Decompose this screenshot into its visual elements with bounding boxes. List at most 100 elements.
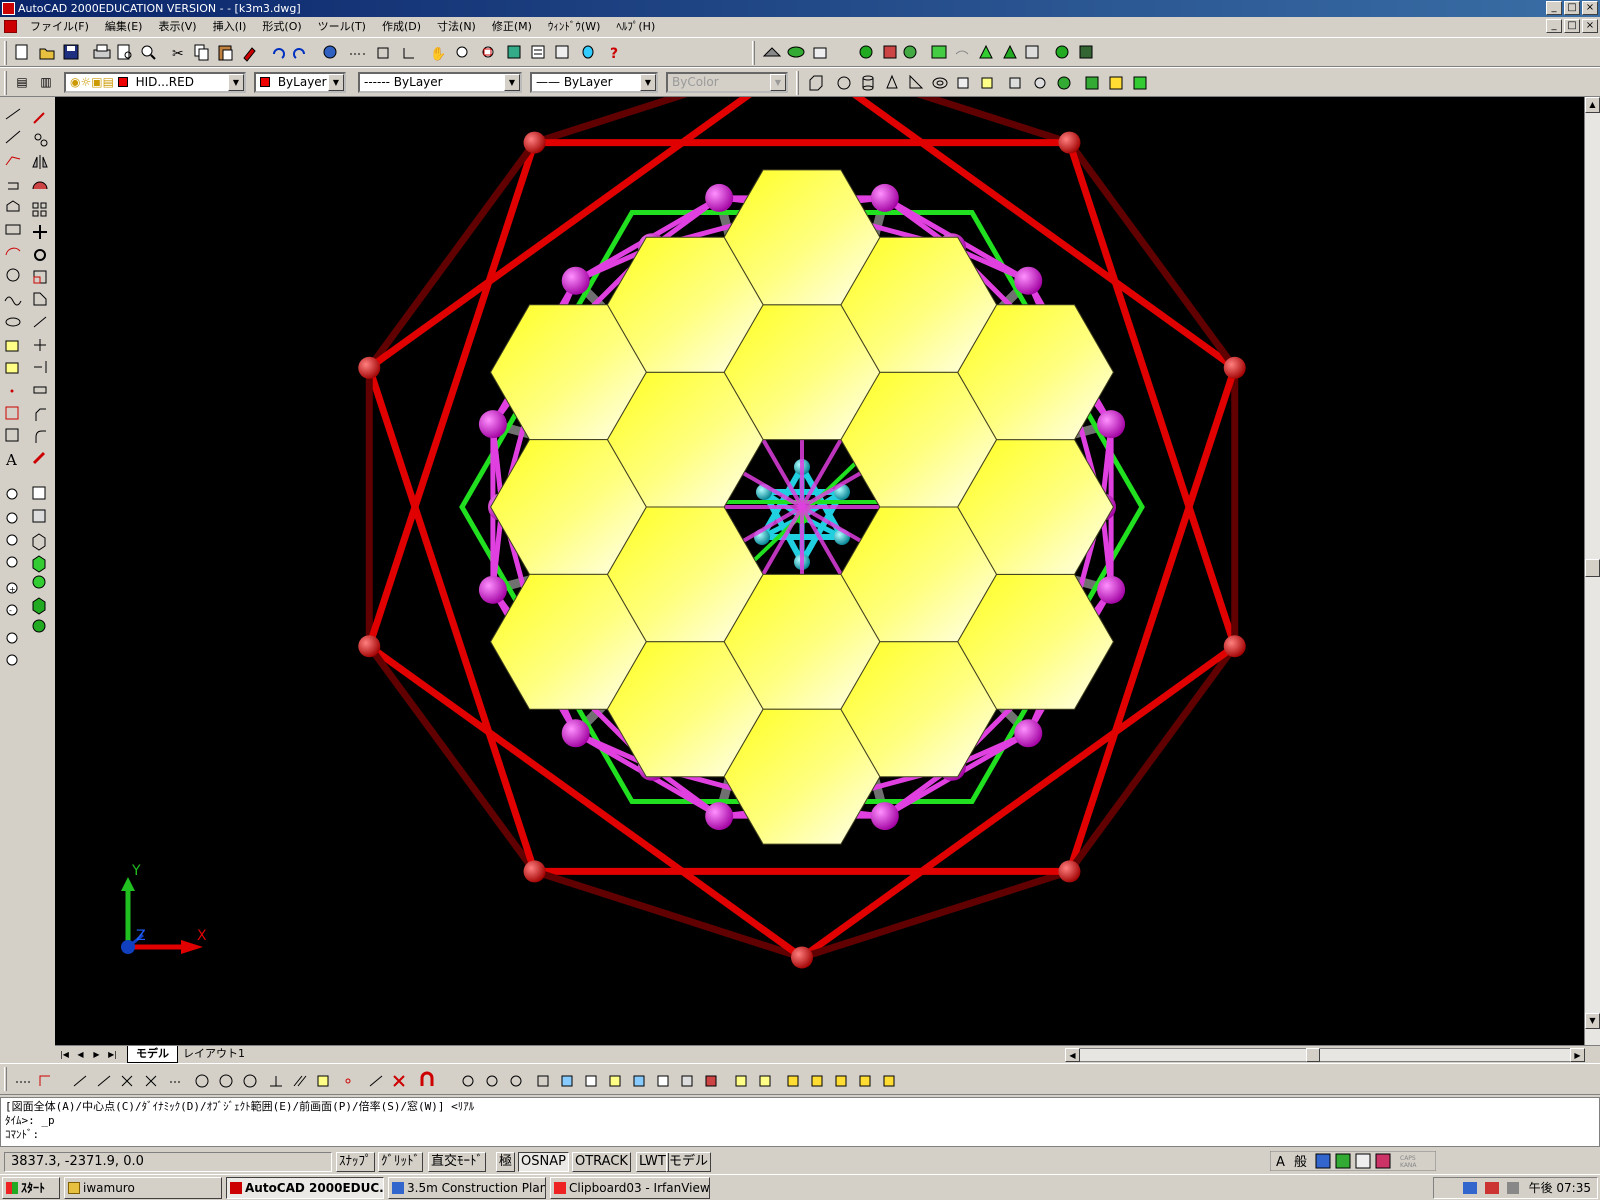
find-icon[interactable]	[141, 45, 156, 60]
trim-icon[interactable]	[34, 339, 46, 351]
menu-tools[interactable]: ツール(T)	[310, 17, 374, 36]
chevron-down-icon[interactable]: ▼	[640, 74, 656, 91]
menu-insert[interactable]: 挿入(I)	[205, 17, 255, 36]
render-icon[interactable]	[859, 45, 873, 59]
menu-format[interactable]: 形式(O)	[254, 17, 309, 36]
wedge-icon[interactable]	[909, 74, 924, 89]
snap-toggle[interactable]: ｽﾅｯﾌﾟ	[336, 1152, 375, 1172]
scale-icon[interactable]	[33, 270, 47, 284]
solid-edit-3-icon[interactable]	[585, 1075, 597, 1087]
tab-layout1[interactable]: レイアウト1	[175, 1046, 253, 1063]
snap-node-icon[interactable]	[345, 1078, 351, 1084]
shade-icon[interactable]	[787, 46, 805, 58]
pen-icon[interactable]	[1484, 1182, 1499, 1194]
solid-edit-4-icon[interactable]	[609, 1075, 621, 1087]
start-button[interactable]: ｽﾀｰﾄ	[2, 1177, 60, 1199]
command-window[interactable]: [図面全体(A)/中心点(C)/ﾀﾞｲﾅﾐｯｸ(D)/ｵﾌﾞｼﾞｪｸﾄ範囲(E)…	[0, 1097, 1600, 1147]
menu-help[interactable]: ﾍﾙﾌﾟ(H)	[608, 17, 663, 36]
doc-close-button[interactable]: ×	[1582, 19, 1598, 33]
clock[interactable]: 午後 07:35	[1529, 1181, 1591, 1195]
paste-icon[interactable]	[218, 45, 233, 61]
snap-midpoint-icon[interactable]	[97, 1075, 111, 1087]
scroll-left-icon[interactable]: ◀	[1065, 1048, 1080, 1062]
snap-perpendicular-icon[interactable]	[270, 1076, 282, 1087]
solid-edit-15-icon[interactable]	[883, 1075, 895, 1087]
lineweight-dropdown[interactable]: —— ByLayer ▼	[530, 72, 658, 93]
command-prompt[interactable]: ｺﾏﾝﾄﾞ:	[5, 1128, 1595, 1142]
undo-icon[interactable]	[273, 48, 285, 59]
snap-parallel-icon[interactable]	[293, 1075, 307, 1087]
copy-icon[interactable]	[194, 44, 209, 61]
layers-icon[interactable]: ▥	[36, 72, 56, 92]
polygon-icon[interactable]	[8, 182, 19, 190]
shade-flat-icon[interactable]	[32, 555, 46, 573]
first-tab-icon[interactable]: |◀	[57, 1048, 72, 1062]
ime-tool-1-icon[interactable]	[1315, 1153, 1331, 1169]
model-toggle[interactable]: モデル	[666, 1152, 712, 1172]
prev-tab-icon[interactable]: ◀	[73, 1048, 88, 1062]
solid-edit-11-icon[interactable]	[787, 1075, 799, 1087]
zoom-all-icon[interactable]	[6, 632, 18, 644]
zoom-center-icon[interactable]	[6, 556, 18, 568]
offset-icon[interactable]	[32, 181, 48, 190]
zoom-extents-icon[interactable]	[6, 654, 18, 666]
lengthen-icon[interactable]	[33, 316, 47, 328]
make-block-icon[interactable]	[5, 362, 19, 374]
snap-none-icon[interactable]	[393, 1075, 405, 1087]
menu-edit[interactable]: 編集(E)	[97, 17, 151, 36]
light-icon[interactable]	[903, 45, 917, 59]
hatch-icon[interactable]	[5, 406, 19, 420]
revolve-icon[interactable]	[981, 77, 993, 89]
landscape-icon[interactable]	[931, 45, 947, 59]
open-icon[interactable]	[39, 48, 55, 60]
shade-gouraud-edges-icon[interactable]	[32, 619, 46, 633]
solid-edit-13-icon[interactable]	[835, 1075, 847, 1087]
ime-mode-icon[interactable]: A	[1276, 1155, 1285, 1170]
solid-edit-14-icon[interactable]	[859, 1075, 871, 1087]
extrude-icon[interactable]	[957, 77, 969, 89]
image-icon[interactable]	[1079, 45, 1093, 59]
scroll-up-icon[interactable]: ▲	[1585, 97, 1600, 113]
ime-tool-3-icon[interactable]	[1355, 1153, 1371, 1169]
toolbar-grip[interactable]	[4, 41, 7, 65]
rect-icon[interactable]	[5, 224, 21, 235]
zoom-out-icon[interactable]: -	[6, 604, 18, 616]
explode-icon[interactable]	[32, 451, 46, 465]
line-icon[interactable]	[5, 108, 21, 120]
copy-object-icon[interactable]	[34, 133, 48, 147]
close-button[interactable]: ×	[1582, 1, 1598, 15]
osnap-toggle[interactable]: OSNAP	[518, 1152, 569, 1172]
rectangle-icon[interactable]	[6, 200, 20, 212]
network-icon[interactable]	[1463, 1182, 1478, 1194]
snap-intersection-icon[interactable]	[121, 1075, 133, 1087]
fog-icon[interactable]	[955, 50, 969, 55]
document-icon[interactable]	[4, 20, 17, 33]
zoom-window-icon[interactable]	[482, 46, 494, 58]
coordinate-readout[interactable]: 3837.3, -2371.9, 0.0	[4, 1152, 332, 1172]
ime-input-icon[interactable]: 般	[1294, 1154, 1307, 1170]
toolbar-grip-5[interactable]	[4, 1067, 7, 1091]
snap-endpoint-icon[interactable]	[73, 1075, 87, 1087]
preview-icon[interactable]	[117, 44, 132, 60]
vertical-scrollbar[interactable]: ▲ ▼	[1584, 97, 1600, 1045]
autocad-app-icon[interactable]	[2, 2, 15, 15]
last-tab-icon[interactable]: ▶|	[105, 1048, 120, 1062]
toolbar-grip-3[interactable]	[4, 71, 7, 95]
solid-edit-9-icon[interactable]	[735, 1075, 747, 1087]
rotate-icon[interactable]	[34, 249, 46, 261]
grid-toggle[interactable]: ｸﾞﾘｯﾄﾞ	[378, 1152, 423, 1172]
intersect-icon[interactable]	[510, 1075, 522, 1087]
menu-file[interactable]: ファイル(F)	[22, 17, 97, 36]
ortho-toggle[interactable]: 直交ﾓｰﾄﾞ	[428, 1152, 487, 1172]
osnap-settings-icon[interactable]	[420, 1071, 434, 1086]
arc-icon[interactable]	[5, 247, 21, 256]
make-layer-current-icon[interactable]: ▤	[12, 72, 32, 92]
construction-line-icon[interactable]	[5, 130, 21, 144]
mirror-icon[interactable]	[32, 155, 48, 169]
vertical-scroll-thumb[interactable]	[1585, 559, 1600, 577]
snap-from-icon[interactable]	[39, 1075, 50, 1086]
solid-edit-1-icon[interactable]	[537, 1075, 549, 1087]
zoom-in-icon[interactable]: +	[6, 582, 18, 594]
zoom-window-icon[interactable]	[6, 488, 18, 500]
scene-icon[interactable]	[883, 45, 897, 59]
